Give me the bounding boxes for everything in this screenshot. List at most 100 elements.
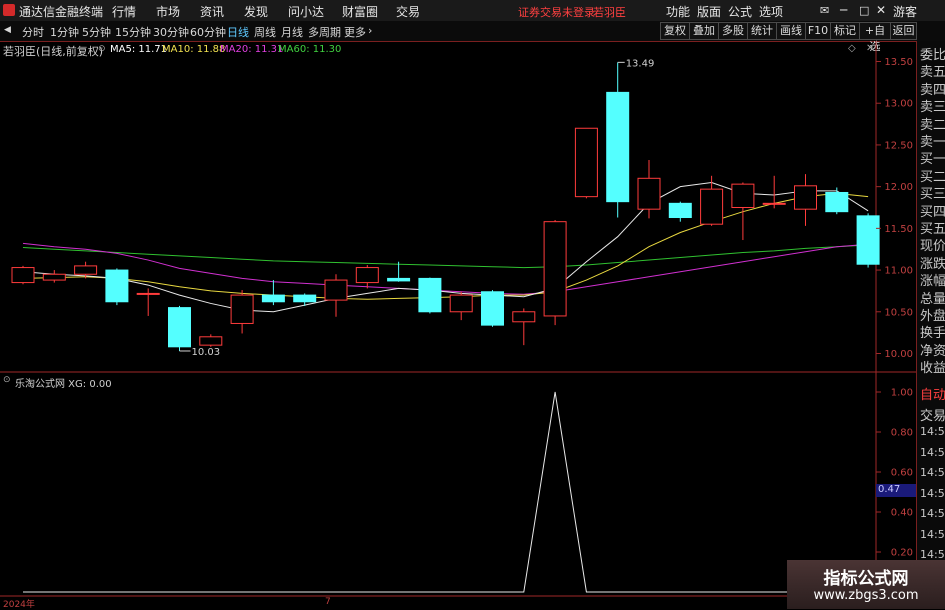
period-weekly[interactable]: 周线: [254, 24, 276, 40]
overlay-button[interactable]: 叠加: [689, 22, 719, 40]
side-sub-label-7: 14:56: [920, 527, 945, 541]
period-15min[interactable]: 15分钟: [115, 24, 151, 40]
kline-chart[interactable]: 13.50 13.00 12.50 12.00 11.50 11.00 10.50 10.00…: [0, 41, 916, 609]
menu-function[interactable]: 功能: [666, 3, 690, 20]
period-intraday[interactable]: 分时: [22, 24, 44, 40]
statistics-button[interactable]: 统计: [747, 22, 777, 40]
app-logo-icon: [3, 4, 15, 16]
y-tick-label-5: 11.00: [884, 266, 913, 277]
period-more[interactable]: 更多: [344, 24, 366, 40]
candle-body-14: [449, 294, 473, 313]
side-label-4: 卖二: [920, 117, 945, 133]
side-label-0: 委比: [920, 48, 945, 63]
watermark-title: 指标公式网: [823, 569, 909, 589]
low-price-label: 10.03: [192, 347, 221, 358]
sub-y-tick-label-4: 0.20: [891, 548, 913, 559]
menu-ask[interactable]: 问小达: [288, 3, 324, 20]
app-title: 通达信金融终端: [19, 5, 104, 19]
menu-wealth[interactable]: 财富圈: [342, 3, 378, 20]
candle-body-15: [481, 291, 504, 326]
side-sub-label-5: 14:56: [920, 486, 945, 500]
candle-body-8: [261, 294, 285, 303]
menu-quotes[interactable]: 行情: [112, 3, 136, 20]
period-monthly[interactable]: 月线: [281, 24, 303, 40]
side-label-11: 现价: [920, 239, 945, 255]
menu-formula[interactable]: 公式: [728, 3, 752, 20]
side-sub-label-0[interactable]: 自动: [920, 384, 945, 403]
y-tick-label-4: 11.50: [884, 224, 913, 235]
side-label-13: 涨幅: [920, 274, 945, 290]
side-label-3: 卖三: [920, 100, 945, 116]
period-multi[interactable]: 多周期: [308, 24, 341, 40]
menu-market[interactable]: 市场: [156, 3, 180, 20]
high-price-label: 13.49: [626, 58, 655, 69]
candle-body-3: [105, 269, 129, 303]
mark-button[interactable]: 标记: [830, 22, 860, 40]
f10-button[interactable]: F10: [805, 22, 831, 40]
side-label-10: 买五: [920, 222, 945, 237]
candle-body-13: [418, 277, 442, 313]
side-sub-label-2: 14:56: [920, 425, 945, 438]
candle-body-1: [42, 273, 66, 281]
toolbar-scroll-left-icon[interactable]: ◀: [4, 25, 11, 35]
x-axis-mid-label: 7: [325, 597, 331, 607]
side-label-17: 净资: [920, 343, 945, 359]
side-sub-label-6: 14:56: [920, 507, 945, 520]
side-label-2: 卖四: [920, 82, 945, 98]
draw-line-button[interactable]: 画线: [776, 22, 806, 40]
side-label-18: 收益: [920, 361, 945, 377]
mail-icon[interactable]: ✉: [820, 4, 829, 17]
side-label-7: 买二: [920, 169, 945, 185]
side-sub-label-1[interactable]: 交易: [920, 405, 945, 424]
candle-body-25: [794, 185, 817, 210]
period-daily[interactable]: 日线: [227, 24, 249, 40]
menu-layout[interactable]: 版面: [697, 3, 721, 20]
candle-body-22: [700, 188, 724, 225]
y-tick-label-6: 10.50: [884, 307, 913, 318]
multi-stock-button[interactable]: 多股: [718, 22, 748, 40]
side-label-8: 买三: [920, 187, 945, 203]
candle-body-2: [74, 265, 98, 275]
period-60min[interactable]: 60分钟: [190, 24, 226, 40]
sub-value-marker: 0.47: [876, 484, 916, 497]
adjust-button[interactable]: 复权: [660, 22, 690, 40]
menu-trade[interactable]: 交易: [396, 3, 420, 20]
xg-line: [23, 391, 869, 593]
menu-news[interactable]: 资讯: [200, 3, 224, 20]
ma60-line: [22, 244, 869, 269]
x-axis-start-label: 2024年: [3, 600, 35, 610]
side-label-15: 外盘: [920, 309, 945, 324]
candle-body-6: [199, 336, 223, 346]
menu-options[interactable]: 选项: [759, 3, 783, 20]
side-label-14: 总量: [920, 291, 945, 307]
period-1min[interactable]: 1分钟: [50, 24, 79, 40]
login-notice[interactable]: 证券交易未登录: [518, 4, 595, 20]
sub-value-marker-text: 0.47: [878, 484, 901, 495]
period-5min[interactable]: 5分钟: [82, 24, 111, 40]
candle-body-7: [230, 294, 254, 324]
maximize-icon[interactable]: □: [859, 4, 869, 17]
candle-body-24: [762, 202, 786, 205]
current-stock-name: 若羽臣: [593, 6, 626, 19]
guest-label[interactable]: 游客: [893, 3, 917, 20]
watermark-url: www.zbgs3.com: [813, 588, 919, 603]
minimize-icon[interactable]: ─: [840, 3, 847, 17]
watermark: 指标公式网 www.zbgs3.com: [787, 560, 945, 609]
top-menu-bar: 通达信金融终端 行情 市场 资讯 发现 问小达 财富圈 交易 证券交易未登录 若…: [0, 0, 945, 22]
back-button[interactable]: 返回: [890, 22, 917, 40]
menu-discover[interactable]: 发现: [244, 3, 268, 20]
ma20-line: [22, 242, 869, 295]
candle-body-19: [606, 91, 630, 203]
period-more-chevron-icon[interactable]: ›: [368, 24, 372, 37]
close-icon[interactable]: ✕: [876, 3, 886, 17]
candle-body-23: [731, 183, 755, 208]
add-watchlist-button[interactable]: +自选: [859, 22, 891, 53]
sub-y-tick-label-0: 1.00: [891, 388, 913, 399]
candle-body-20: [637, 177, 661, 210]
side-label-5: 卖一: [920, 135, 945, 150]
candle-body-27: [856, 215, 880, 265]
period-30min[interactable]: 30分钟: [153, 24, 189, 40]
y-tick-label-2: 12.50: [884, 140, 913, 151]
candle-body-9: [293, 294, 317, 303]
y-tick-label-0: 13.50: [884, 57, 913, 68]
